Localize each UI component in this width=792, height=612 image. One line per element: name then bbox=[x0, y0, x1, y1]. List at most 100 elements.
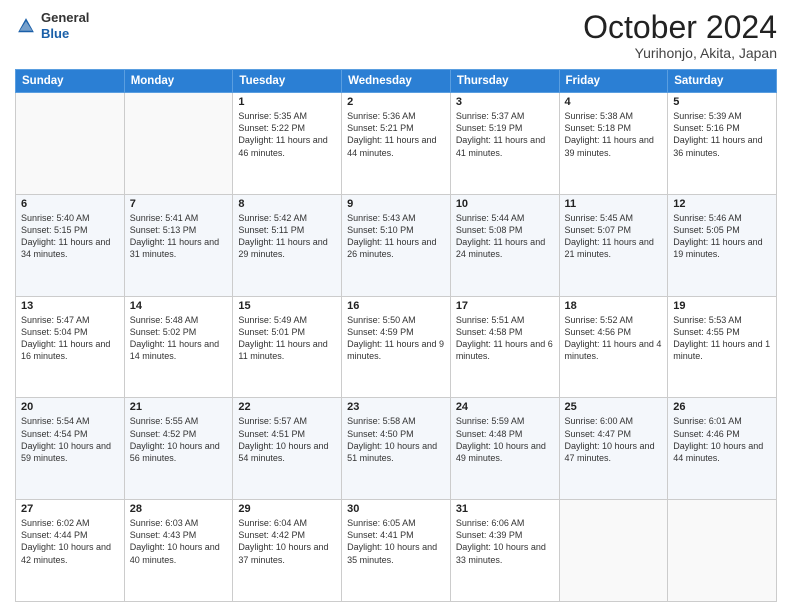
cell-content: Sunrise: 5:40 AM Sunset: 5:15 PM Dayligh… bbox=[21, 212, 119, 261]
cell-content: Sunrise: 5:42 AM Sunset: 5:11 PM Dayligh… bbox=[238, 212, 336, 261]
cell-content: Sunrise: 5:38 AM Sunset: 5:18 PM Dayligh… bbox=[565, 110, 663, 159]
calendar-cell: 8 Sunrise: 5:42 AM Sunset: 5:11 PM Daylig… bbox=[233, 194, 342, 296]
cell-content: Sunrise: 5:46 AM Sunset: 5:05 PM Dayligh… bbox=[673, 212, 771, 261]
calendar-cell: 11Sunrise: 5:45 AM Sunset: 5:07 PM Dayli… bbox=[559, 194, 668, 296]
day-number: 25 bbox=[565, 401, 663, 413]
calendar-body: 1 Sunrise: 5:35 AM Sunset: 5:22 PM Daylig… bbox=[16, 93, 777, 602]
weekday-header-cell: Friday bbox=[559, 70, 668, 93]
calendar-cell: 19Sunrise: 5:53 AM Sunset: 4:55 PM Dayli… bbox=[668, 296, 777, 398]
calendar-cell: 20 Sunrise: 5:54 AM Sunset: 4:54 PM Dayli… bbox=[16, 398, 125, 500]
logo-icon bbox=[15, 15, 37, 37]
day-number: 30 bbox=[347, 503, 445, 515]
weekday-header-cell: Saturday bbox=[668, 70, 777, 93]
calendar-cell: 27Sunrise: 6:02 AM Sunset: 4:44 PM Dayli… bbox=[16, 500, 125, 602]
cell-content: Sunrise: 5:58 AM Sunset: 4:50 PM Dayligh… bbox=[347, 415, 445, 464]
cell-content: Sunrise: 5:57 AM Sunset: 4:51 PM Dayligh… bbox=[238, 415, 336, 464]
day-number: 10 bbox=[456, 198, 554, 210]
day-number: 21 bbox=[130, 401, 228, 413]
cell-content: Sunrise: 5:36 AM Sunset: 5:21 PM Dayligh… bbox=[347, 110, 445, 159]
calendar-cell: 18Sunrise: 5:52 AM Sunset: 4:56 PM Dayli… bbox=[559, 296, 668, 398]
calendar-cell: 7Sunrise: 5:41 AM Sunset: 5:13 PM Daylig… bbox=[124, 194, 233, 296]
day-number: 9 bbox=[347, 198, 445, 210]
calendar-cell: 1 Sunrise: 5:35 AM Sunset: 5:22 PM Daylig… bbox=[233, 93, 342, 195]
day-number: 29 bbox=[238, 503, 336, 515]
title-block: October 2024 Yurihonjo, Akita, Japan bbox=[583, 10, 777, 61]
day-number: 1 bbox=[238, 96, 336, 108]
calendar-cell: 31Sunrise: 6:06 AM Sunset: 4:39 PM Dayli… bbox=[450, 500, 559, 602]
calendar-cell: 2 Sunrise: 5:36 AM Sunset: 5:21 PM Daylig… bbox=[342, 93, 451, 195]
calendar-cell: 30 Sunrise: 6:05 AM Sunset: 4:41 PM Dayli… bbox=[342, 500, 451, 602]
location-subtitle: Yurihonjo, Akita, Japan bbox=[583, 45, 777, 61]
cell-content: Sunrise: 5:37 AM Sunset: 5:19 PM Dayligh… bbox=[456, 110, 554, 159]
logo-text: General Blue bbox=[41, 10, 89, 41]
cell-content: Sunrise: 5:50 AM Sunset: 4:59 PM Dayligh… bbox=[347, 314, 445, 363]
cell-content: Sunrise: 6:00 AM Sunset: 4:47 PM Dayligh… bbox=[565, 415, 663, 464]
weekday-header-cell: Sunday bbox=[16, 70, 125, 93]
calendar-week-row: 27Sunrise: 6:02 AM Sunset: 4:44 PM Dayli… bbox=[16, 500, 777, 602]
day-number: 15 bbox=[238, 300, 336, 312]
weekday-header-cell: Wednesday bbox=[342, 70, 451, 93]
calendar-cell: 21 Sunrise: 5:55 AM Sunset: 4:52 PM Dayli… bbox=[124, 398, 233, 500]
calendar-week-row: 6 Sunrise: 5:40 AM Sunset: 5:15 PM Daylig… bbox=[16, 194, 777, 296]
day-number: 8 bbox=[238, 198, 336, 210]
calendar-cell: 9 Sunrise: 5:43 AM Sunset: 5:10 PM Daylig… bbox=[342, 194, 451, 296]
day-number: 6 bbox=[21, 198, 119, 210]
day-number: 11 bbox=[565, 198, 663, 210]
day-number: 16 bbox=[347, 300, 445, 312]
cell-content: Sunrise: 5:41 AM Sunset: 5:13 PM Dayligh… bbox=[130, 212, 228, 261]
weekday-header-cell: Thursday bbox=[450, 70, 559, 93]
calendar-cell: 17Sunrise: 5:51 AM Sunset: 4:58 PM Dayli… bbox=[450, 296, 559, 398]
cell-content: Sunrise: 5:43 AM Sunset: 5:10 PM Dayligh… bbox=[347, 212, 445, 261]
calendar-cell bbox=[124, 93, 233, 195]
cell-content: Sunrise: 5:49 AM Sunset: 5:01 PM Dayligh… bbox=[238, 314, 336, 363]
calendar-cell: 15 Sunrise: 5:49 AM Sunset: 5:01 PM Dayli… bbox=[233, 296, 342, 398]
day-number: 22 bbox=[238, 401, 336, 413]
day-number: 26 bbox=[673, 401, 771, 413]
calendar-cell: 6 Sunrise: 5:40 AM Sunset: 5:15 PM Daylig… bbox=[16, 194, 125, 296]
calendar-cell bbox=[559, 500, 668, 602]
cell-content: Sunrise: 5:59 AM Sunset: 4:48 PM Dayligh… bbox=[456, 415, 554, 464]
cell-content: Sunrise: 5:44 AM Sunset: 5:08 PM Dayligh… bbox=[456, 212, 554, 261]
cell-content: Sunrise: 5:52 AM Sunset: 4:56 PM Dayligh… bbox=[565, 314, 663, 363]
day-number: 28 bbox=[130, 503, 228, 515]
calendar-cell: 10 Sunrise: 5:44 AM Sunset: 5:08 PM Dayli… bbox=[450, 194, 559, 296]
cell-content: Sunrise: 5:54 AM Sunset: 4:54 PM Dayligh… bbox=[21, 415, 119, 464]
weekday-header-row: SundayMondayTuesdayWednesdayThursdayFrid… bbox=[16, 70, 777, 93]
calendar-cell: 16 Sunrise: 5:50 AM Sunset: 4:59 PM Dayli… bbox=[342, 296, 451, 398]
cell-content: Sunrise: 6:04 AM Sunset: 4:42 PM Dayligh… bbox=[238, 517, 336, 566]
day-number: 23 bbox=[347, 401, 445, 413]
calendar-cell: 23 Sunrise: 5:58 AM Sunset: 4:50 PM Dayli… bbox=[342, 398, 451, 500]
calendar-cell: 25 Sunrise: 6:00 AM Sunset: 4:47 PM Dayli… bbox=[559, 398, 668, 500]
cell-content: Sunrise: 6:02 AM Sunset: 4:44 PM Dayligh… bbox=[21, 517, 119, 566]
cell-content: Sunrise: 5:55 AM Sunset: 4:52 PM Dayligh… bbox=[130, 415, 228, 464]
cell-content: Sunrise: 6:05 AM Sunset: 4:41 PM Dayligh… bbox=[347, 517, 445, 566]
cell-content: Sunrise: 5:53 AM Sunset: 4:55 PM Dayligh… bbox=[673, 314, 771, 363]
cell-content: Sunrise: 5:47 AM Sunset: 5:04 PM Dayligh… bbox=[21, 314, 119, 363]
page: General Blue October 2024 Yurihonjo, Aki… bbox=[0, 0, 792, 612]
calendar-cell: 14Sunrise: 5:48 AM Sunset: 5:02 PM Dayli… bbox=[124, 296, 233, 398]
day-number: 2 bbox=[347, 96, 445, 108]
calendar-week-row: 20 Sunrise: 5:54 AM Sunset: 4:54 PM Dayli… bbox=[16, 398, 777, 500]
day-number: 5 bbox=[673, 96, 771, 108]
calendar-week-row: 13Sunrise: 5:47 AM Sunset: 5:04 PM Dayli… bbox=[16, 296, 777, 398]
calendar-cell: 4 Sunrise: 5:38 AM Sunset: 5:18 PM Daylig… bbox=[559, 93, 668, 195]
calendar-cell bbox=[668, 500, 777, 602]
calendar-cell: 3 Sunrise: 5:37 AM Sunset: 5:19 PM Daylig… bbox=[450, 93, 559, 195]
calendar-cell: 13Sunrise: 5:47 AM Sunset: 5:04 PM Dayli… bbox=[16, 296, 125, 398]
calendar-table: SundayMondayTuesdayWednesdayThursdayFrid… bbox=[15, 69, 777, 602]
calendar-cell: 5Sunrise: 5:39 AM Sunset: 5:16 PM Daylig… bbox=[668, 93, 777, 195]
weekday-header-cell: Tuesday bbox=[233, 70, 342, 93]
cell-content: Sunrise: 6:03 AM Sunset: 4:43 PM Dayligh… bbox=[130, 517, 228, 566]
calendar-cell: 29 Sunrise: 6:04 AM Sunset: 4:42 PM Dayli… bbox=[233, 500, 342, 602]
calendar-cell: 26Sunrise: 6:01 AM Sunset: 4:46 PM Dayli… bbox=[668, 398, 777, 500]
day-number: 4 bbox=[565, 96, 663, 108]
calendar-cell: 12Sunrise: 5:46 AM Sunset: 5:05 PM Dayli… bbox=[668, 194, 777, 296]
day-number: 20 bbox=[21, 401, 119, 413]
day-number: 3 bbox=[456, 96, 554, 108]
header: General Blue October 2024 Yurihonjo, Aki… bbox=[15, 10, 777, 61]
day-number: 17 bbox=[456, 300, 554, 312]
cell-content: Sunrise: 5:35 AM Sunset: 5:22 PM Dayligh… bbox=[238, 110, 336, 159]
calendar-week-row: 1 Sunrise: 5:35 AM Sunset: 5:22 PM Daylig… bbox=[16, 93, 777, 195]
day-number: 24 bbox=[456, 401, 554, 413]
month-title: October 2024 bbox=[583, 10, 777, 45]
